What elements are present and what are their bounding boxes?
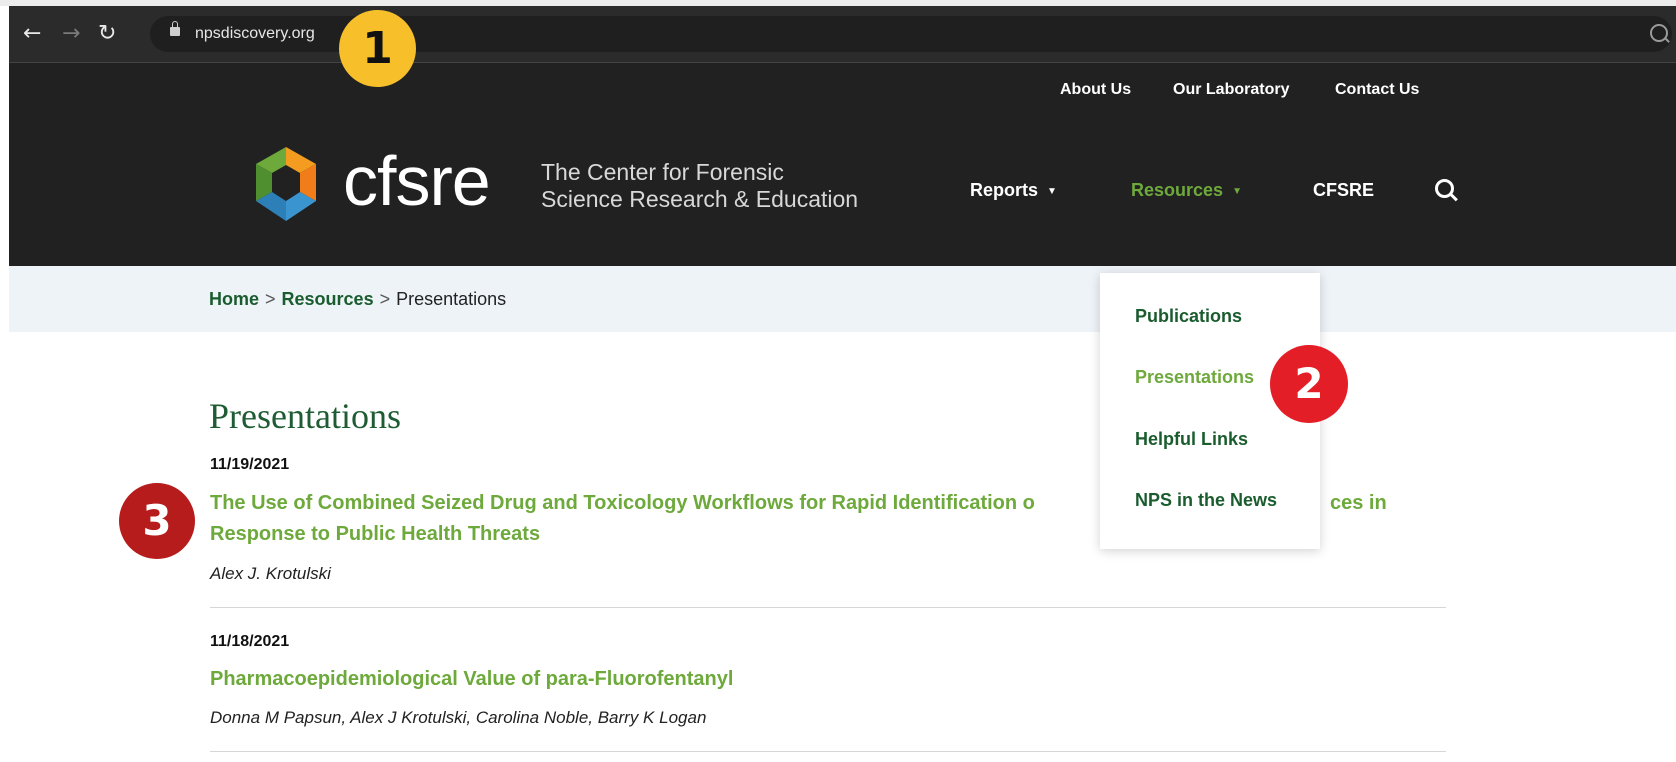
reload-icon[interactable]: ↻ [98,22,116,46]
our-laboratory-link[interactable]: Our Laboratory [1173,81,1289,99]
dropdown-item-helpful-links[interactable]: Helpful Links [1135,429,1248,450]
logo-tagline: The Center for Forensic Science Research… [541,159,858,213]
zoom-icon[interactable] [1650,24,1668,42]
divider [210,607,1446,608]
nav-reports[interactable]: Reports ▼ [970,180,1057,201]
about-us-link[interactable]: About Us [1060,81,1131,99]
nav-resources[interactable]: Resources ▼ [1131,180,1242,201]
tagline-line-2: Science Research & Education [541,186,859,212]
presentation-authors: Donna M Papsun, Alex J Krotulski, Caroli… [210,708,707,727]
forward-arrow-icon[interactable]: → [62,22,80,46]
breadcrumb-resources[interactable]: Resources [282,289,374,309]
site-header: About Us Our Laboratory Contact Us cfsre… [9,63,1676,266]
presentation-date: 11/18/2021 [210,633,290,650]
breadcrumb-current: Presentations [396,289,507,309]
breadcrumb-separator: > [379,289,391,309]
nav-cfsre[interactable]: CFSRE [1313,180,1374,201]
breadcrumb-bar: Home > Resources > Presentations [9,266,1676,332]
presentation-title-line-1-end[interactable]: ces in [1330,488,1387,519]
browser-toolbar: ← → ↻ npsdiscovery.org [9,6,1676,63]
dropdown-item-nps-in-the-news[interactable]: NPS in the News [1135,490,1277,511]
chevron-down-icon: ▼ [1232,186,1242,197]
annotation-badge-3: 3 [119,483,195,559]
breadcrumb-home[interactable]: Home [209,289,259,309]
cfsre-logo-icon[interactable] [250,145,322,223]
dropdown-item-publications[interactable]: Publications [1135,306,1242,327]
divider [210,751,1446,752]
dropdown-item-presentations[interactable]: Presentations [1135,367,1254,388]
nav-reports-label: Reports [970,180,1039,200]
annotation-badge-1: 1 [339,10,416,87]
presentation-date: 11/19/2021 [210,456,290,473]
page-title: Presentations [209,396,401,436]
breadcrumb: Home > Resources > Presentations [209,289,506,310]
url-text[interactable]: npsdiscovery.org [195,25,315,43]
lock-icon [170,21,180,36]
presentation-title-link[interactable]: Pharmacoepidemiological Value of para-Fl… [210,664,733,695]
logo-wordmark[interactable]: cfsre [343,141,491,221]
contact-us-link[interactable]: Contact Us [1335,81,1419,99]
presentation-title-line-1: The Use of Combined Seized Drug and Toxi… [210,492,1035,514]
annotation-badge-2: 2 [1270,345,1348,423]
breadcrumb-separator: > [265,289,276,309]
tagline-line-1: The Center for Forensic [541,159,784,185]
presentation-title-line-2[interactable]: Response to Public Health Threats [210,519,540,550]
nav-resources-label: Resources [1131,180,1224,200]
chevron-down-icon: ▼ [1047,186,1057,197]
search-icon[interactable] [1435,179,1454,198]
presentation-authors: Alex J. Krotulski [210,564,331,583]
presentation-title-link[interactable]: The Use of Combined Seized Drug and Toxi… [210,488,1035,519]
back-arrow-icon[interactable]: ← [23,22,41,46]
